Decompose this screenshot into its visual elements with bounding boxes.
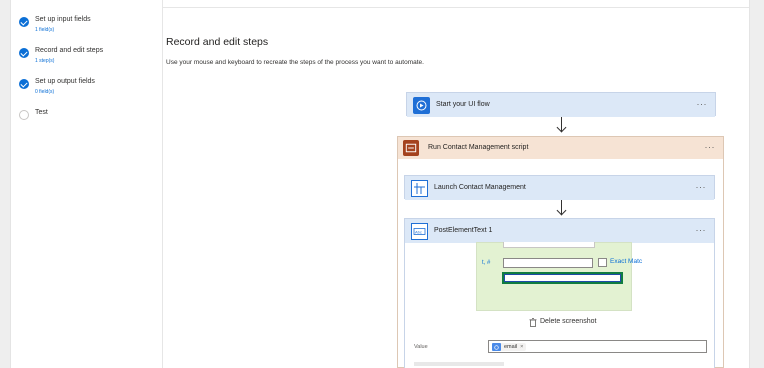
script-icon xyxy=(403,140,419,156)
page-title: Record and edit steps xyxy=(166,36,269,48)
text-field-icon: Abc xyxy=(411,223,428,240)
empty-circle-icon xyxy=(19,110,29,120)
step-sidebar: Set up input fields 1 field(s) Record an… xyxy=(11,0,163,368)
card-title: PostElementText 1 xyxy=(434,227,493,234)
flow-arrow xyxy=(556,117,567,135)
check-circle-icon xyxy=(19,17,29,27)
value-label: Value xyxy=(414,344,428,350)
element-screenshot: t, # Exact Matc xyxy=(476,242,642,311)
launch-app-card[interactable]: Launch Contact Management ··· xyxy=(404,175,715,200)
screenshot-field-top xyxy=(503,242,595,248)
email-token[interactable]: email × xyxy=(492,343,527,351)
card-title: Start your UI flow xyxy=(436,101,490,108)
card-header[interactable]: Abc PostElementText 1 ··· xyxy=(405,219,714,243)
step-title: Set up input fields xyxy=(35,16,91,23)
remove-token-icon[interactable]: × xyxy=(520,344,523,350)
step-title: Record and edit steps xyxy=(35,47,104,54)
step-subtitle: 1 field(s) xyxy=(35,27,55,33)
card-header: Launch Contact Management ··· xyxy=(405,176,714,200)
value-input[interactable]: email × xyxy=(488,340,707,353)
step-subtitle: 1 step(s) xyxy=(35,58,55,64)
input-variable-icon xyxy=(492,343,501,351)
more-options-icon[interactable]: ··· xyxy=(696,182,707,192)
step-subtitle: 0 field(s) xyxy=(35,89,55,95)
card-title: Launch Contact Management xyxy=(434,184,526,191)
window-icon xyxy=(411,180,428,197)
script-title: Run Contact Management script xyxy=(428,144,529,151)
script-header[interactable]: Run Contact Management script ··· xyxy=(398,137,723,159)
card-header: Start your UI flow ··· xyxy=(407,93,715,117)
screenshot-checkbox-label: Exact Matc xyxy=(610,258,643,265)
highlighted-element xyxy=(502,272,623,284)
delete-screenshot-button[interactable]: Delete screenshot xyxy=(540,318,596,325)
token-label: email xyxy=(504,344,518,350)
trash-icon[interactable] xyxy=(529,318,537,327)
step-title: Test xyxy=(35,109,48,116)
more-options-icon[interactable]: ··· xyxy=(705,142,716,152)
screenshot-row-label: t, # xyxy=(482,260,491,266)
check-circle-icon xyxy=(19,48,29,58)
screenshot-checkbox xyxy=(598,258,607,267)
more-options-icon[interactable]: ··· xyxy=(697,99,708,109)
step-title: Set up output fields xyxy=(35,78,95,85)
check-circle-icon xyxy=(19,79,29,89)
svg-text:Abc: Abc xyxy=(415,229,422,234)
page-description: Use your mouse and keyboard to recreate … xyxy=(166,59,424,66)
start-flow-icon xyxy=(413,97,430,114)
more-options-icon[interactable]: ··· xyxy=(696,225,707,235)
faded-row xyxy=(414,362,504,366)
flow-arrow xyxy=(556,200,567,218)
screenshot-input xyxy=(503,258,593,268)
start-flow-card[interactable]: Start your UI flow ··· xyxy=(406,92,716,117)
